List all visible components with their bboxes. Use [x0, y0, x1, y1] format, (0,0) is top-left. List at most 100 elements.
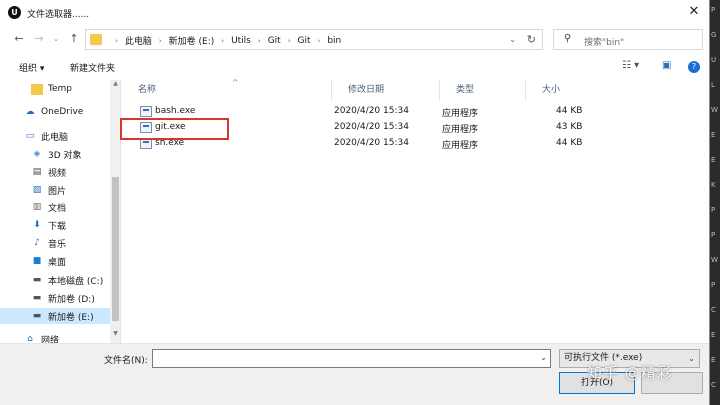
column-size[interactable]: 大小: [526, 80, 586, 100]
navigation-pane: ⌂ 网络 ▬ 新加卷 (E:) ▬ 新加卷 (D:) ▬ 本地磁盘 (C:) ■ 桌面 ♪ 音乐 ⬇ 下载…: [0, 80, 121, 343]
column-name-label: 名称: [138, 85, 157, 95]
background-letter: U: [711, 56, 717, 64]
file-picker-dialog: U 文件选取器...... ✕ ← → ⌄ ↑ › 此电脑 › 新加卷 (E:) › Ut…: [0, 0, 710, 405]
close-button[interactable]: ✕: [686, 4, 702, 20]
background-letter: K: [711, 181, 716, 189]
background-letter: W: [711, 106, 718, 114]
new-folder-button[interactable]: 新建文件夹: [70, 61, 115, 74]
sidebar-item-label: 桌面: [48, 257, 67, 268]
file-name: bash.exe: [155, 106, 196, 116]
sidebar-item[interactable]: Temp: [0, 81, 110, 97]
sidebar-item[interactable]: ▬ 新加卷 (D:): [0, 290, 110, 306]
background-letter: E: [711, 131, 716, 139]
chevron-down-icon[interactable]: ⌄: [540, 353, 547, 362]
sidebar-item[interactable]: ▭ 此电脑: [0, 128, 110, 144]
sidebar-item-label: 本地磁盘 (C:): [48, 276, 104, 287]
sidebar-item[interactable]: ▬ 本地磁盘 (C:): [0, 272, 110, 288]
breadcrumb-item[interactable]: Git: [298, 36, 311, 46]
background-letter: L: [711, 81, 715, 89]
view-options-icon[interactable]: ☷ ▾: [622, 60, 639, 71]
column-name[interactable]: 名称 ^: [122, 78, 332, 100]
organize-button[interactable]: 组织 ▾: [19, 61, 44, 74]
background-letter: G: [711, 31, 717, 39]
sidebar-item-label: OneDrive: [41, 107, 84, 117]
file-date: 2020/4/20 15:34: [334, 138, 409, 148]
sidebar-item-label: 此电脑: [41, 132, 69, 143]
sidebar-item-label: Temp: [48, 84, 72, 94]
sidebar-item-label: 下载: [48, 221, 67, 232]
file-type: 应用程序: [442, 109, 479, 119]
sidebar-item[interactable]: ♪ 音乐: [0, 235, 110, 251]
network-icon: ⌂: [27, 333, 33, 344]
refresh-icon[interactable]: ↻: [527, 33, 536, 46]
desktop-icon: ■: [32, 255, 42, 266]
breadcrumb-item[interactable]: 新加卷 (E:): [169, 34, 215, 47]
sidebar-item[interactable]: ☁ OneDrive: [0, 104, 110, 120]
recent-dropdown-icon[interactable]: ⌄: [48, 31, 64, 47]
column-date-label: 修改日期: [348, 85, 385, 95]
file-date: 2020/4/20 15:34: [334, 122, 409, 132]
column-size-label: 大小: [542, 85, 561, 95]
cloud-icon: ☁: [25, 106, 35, 117]
computer-icon: ▭: [25, 130, 35, 141]
address-row: ← → ⌄ ↑ › 此电脑 › 新加卷 (E:) › Utils › Git › Git › bin …: [0, 25, 709, 53]
sidebar-item[interactable]: ⬇ 下载: [0, 217, 110, 233]
sidebar-item[interactable]: ▥ 文档: [0, 199, 110, 215]
sidebar-item[interactable]: ◈ 3D 对象: [0, 146, 110, 162]
preview-pane-icon[interactable]: ▣: [662, 60, 671, 71]
address-bar[interactable]: › 此电脑 › 新加卷 (E:) › Utils › Git › Git › bin ⌄ ↻: [85, 29, 543, 50]
search-input[interactable]: ⚲ 搜索"bin": [553, 29, 703, 50]
sidebar-item[interactable]: ▨ 图片: [0, 182, 110, 198]
breadcrumb-separator-icon[interactable]: ›: [221, 37, 224, 45]
unreal-logo-icon: U: [8, 6, 21, 19]
sidebar-item[interactable]: ■ 桌面: [0, 253, 110, 269]
folder-icon: [31, 83, 43, 95]
breadcrumb-separator-icon[interactable]: ›: [159, 37, 162, 45]
search-placeholder: 搜索"bin": [584, 38, 625, 48]
breadcrumb-separator-icon[interactable]: ›: [288, 37, 291, 45]
exe-file-icon: [140, 106, 152, 117]
file-type: 应用程序: [442, 141, 479, 151]
sidebar-item-label: 网络: [41, 335, 60, 344]
breadcrumb-separator-icon[interactable]: ›: [258, 37, 261, 45]
scroll-down-icon[interactable]: ▼: [110, 330, 120, 340]
file-date: 2020/4/20 15:34: [334, 106, 409, 116]
sidebar-item-label: 图片: [48, 186, 67, 197]
column-type[interactable]: 类型: [440, 80, 526, 100]
breadcrumb: › 此电脑 › 新加卷 (E:) › Utils › Git › Git › bin: [108, 34, 341, 48]
breadcrumb-item[interactable]: 此电脑: [125, 34, 152, 47]
up-arrow-icon[interactable]: ↑: [66, 31, 82, 47]
sidebar-item-label: 新加卷 (E:): [48, 312, 94, 323]
chevron-down-icon: ⌄: [688, 354, 695, 363]
breadcrumb-item[interactable]: bin: [327, 36, 341, 46]
column-type-label: 类型: [456, 85, 475, 95]
background-letter: P: [711, 281, 716, 289]
help-icon[interactable]: ?: [688, 61, 700, 73]
column-date[interactable]: 修改日期: [332, 80, 440, 100]
background-letter: P: [711, 206, 716, 214]
sidebar-item[interactable]: ▬ 新加卷 (E:): [0, 308, 110, 324]
sidebar-item[interactable]: ⌂ 网络: [0, 331, 110, 344]
video-icon: ▤: [32, 166, 42, 177]
filename-input[interactable]: ⌄: [152, 349, 551, 368]
scroll-thumb[interactable]: [112, 177, 119, 321]
forward-arrow-icon[interactable]: →: [31, 31, 47, 47]
sidebar-item[interactable]: ▤ 视频: [0, 164, 110, 180]
breadcrumb-separator-icon[interactable]: ›: [318, 37, 321, 45]
background-letter: E: [711, 156, 716, 164]
breadcrumb-item[interactable]: Git: [268, 36, 281, 46]
document-icon: ▥: [32, 201, 42, 212]
chevron-down-icon[interactable]: ⌄: [509, 35, 516, 44]
toolbar: 组织 ▾ 新建文件夹 ☷ ▾ ▣ ?: [0, 56, 709, 78]
cube-icon: ◈: [33, 148, 41, 159]
title-bar: U 文件选取器...... ✕: [0, 0, 709, 25]
window-title: 文件选取器......: [27, 10, 90, 20]
search-icon: ⚲: [564, 33, 572, 44]
breadcrumb-separator-icon[interactable]: ›: [115, 37, 118, 45]
back-arrow-icon[interactable]: ←: [11, 31, 27, 47]
watermark: 知乎 @精彩: [587, 364, 673, 382]
scroll-up-icon[interactable]: ▲: [110, 80, 120, 90]
breadcrumb-item[interactable]: Utils: [231, 36, 251, 46]
background-letter: P: [711, 6, 716, 14]
sidebar-item-label: 音乐: [48, 239, 67, 250]
